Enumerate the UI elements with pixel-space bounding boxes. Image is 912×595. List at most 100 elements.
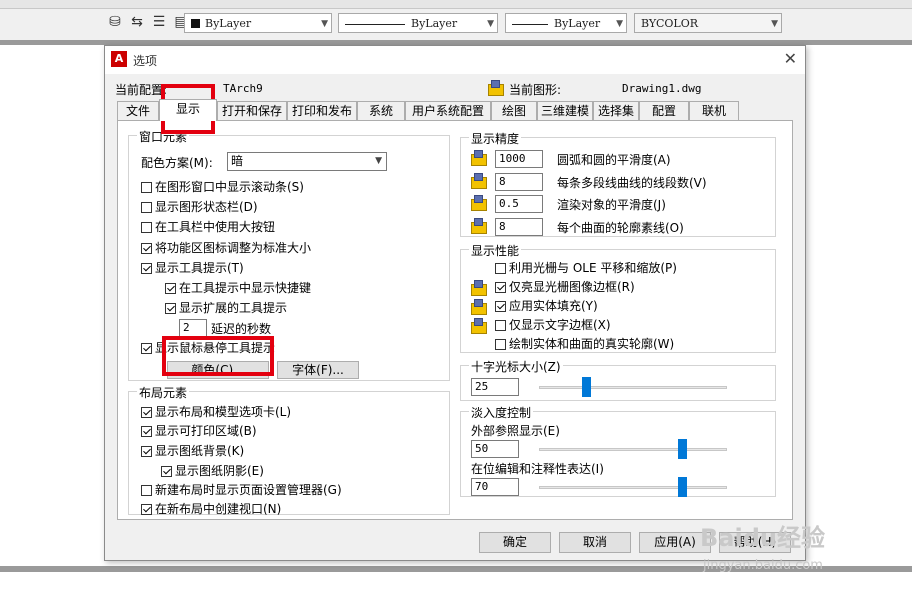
checkbox-label: 显示可打印区域(B) [155, 424, 257, 438]
crosshair-size-input[interactable]: 25 [471, 378, 519, 396]
checkbox-box[interactable] [495, 263, 506, 274]
checkbox-box[interactable] [141, 343, 152, 354]
extended-tooltips-checkbox[interactable]: 显示扩展的工具提示 [165, 300, 287, 316]
display-tab-panel: 窗口元素 配色方案(M): 暗 ▼ 在图形窗口中显示滚动条(S) 显示图形状态栏… [117, 120, 793, 520]
checkbox-label: 在图形窗口中显示滚动条(S) [155, 180, 304, 194]
checkbox-box[interactable] [141, 263, 152, 274]
page-setup-manager-checkbox[interactable]: 新建布局时显示页面设置管理器(G) [141, 482, 342, 498]
checkbox-label: 在工具栏中使用大按钮 [155, 220, 276, 234]
inplace-slider-track[interactable] [539, 486, 727, 489]
create-viewport-checkbox[interactable]: 在新布局中创建视口(N) [141, 501, 281, 517]
checkbox-box[interactable] [495, 301, 506, 312]
linetype-combo[interactable]: ByLayer ▼ [338, 13, 498, 33]
paper-shadow-checkbox[interactable]: 显示图纸阴影(E) [161, 463, 264, 479]
checkbox-box[interactable] [141, 182, 152, 193]
tab-label: 显示 [175, 102, 200, 116]
raster-frame-checkbox[interactable]: 仅亮显光栅图像边框(R) [495, 279, 635, 295]
xref-slider-thumb[interactable] [677, 439, 687, 459]
crosshair-slider-track[interactable] [539, 386, 727, 389]
checkbox-box[interactable] [495, 320, 506, 331]
layout-tabs-checkbox[interactable]: 显示布局和模型选项卡(L) [141, 404, 291, 420]
checkbox-box[interactable] [141, 407, 152, 418]
checkbox-label: 显示图形状态栏(D) [155, 200, 258, 214]
tab-profiles[interactable]: 配置 [639, 101, 689, 120]
tab-display[interactable]: 显示 [159, 99, 217, 121]
polyline-segments-input[interactable]: 8 [495, 173, 543, 191]
polyline-segments-label: 每条多段线曲线的线段数(V) [557, 176, 707, 190]
tab-open-save[interactable]: 打开和保存 [217, 101, 287, 120]
checkbox-label: 显示工具提示(T) [155, 261, 244, 275]
xref-slider-track[interactable] [539, 448, 727, 451]
ribbon-icons-checkbox[interactable]: 将功能区图标调整为标准大小 [141, 240, 311, 256]
current-profile-value: TArch9 [223, 82, 263, 95]
inplace-slider-thumb[interactable] [677, 477, 687, 497]
fonts-button[interactable]: 字体(F)... [277, 361, 359, 379]
silhouettes-checkbox[interactable]: 绘制实体和曲面的真实轮廓(W) [495, 336, 674, 352]
cancel-button[interactable]: 取消 [559, 532, 631, 553]
scrollbars-checkbox[interactable]: 在图形窗口中显示滚动条(S) [141, 179, 304, 195]
tab-label: 打印和发布 [291, 104, 352, 118]
inplace-fade-input[interactable]: 70 [471, 478, 519, 496]
lineweight-combo[interactable]: ByLayer ▼ [505, 13, 627, 33]
tab-system[interactable]: 系统 [357, 101, 405, 120]
color-swatch [191, 19, 200, 28]
raster-ole-checkbox[interactable]: 利用光栅与 OLE 平移和缩放(P) [495, 260, 677, 276]
color-scheme-select[interactable]: 暗 ▼ [227, 152, 387, 171]
checkbox-box[interactable] [161, 466, 172, 477]
tab-drafting[interactable]: 绘图 [491, 101, 537, 120]
tab-files[interactable]: 文件 [117, 101, 159, 120]
shortcut-keys-checkbox[interactable]: 在工具提示中显示快捷键 [165, 280, 311, 296]
inplace-edit-label: 在位编辑和注释性表达(I) [471, 462, 604, 476]
text-frame-checkbox[interactable]: 仅显示文字边框(X) [495, 317, 611, 333]
checkbox-box[interactable] [141, 504, 152, 515]
checkbox-box[interactable] [141, 446, 152, 457]
match-layer-icon[interactable]: ⇆ [128, 13, 146, 31]
checkbox-box[interactable] [141, 222, 152, 233]
tab-online[interactable]: 联机 [689, 101, 739, 120]
tab-3d-modeling[interactable]: 三维建模 [537, 101, 593, 120]
large-buttons-checkbox[interactable]: 在工具栏中使用大按钮 [141, 219, 275, 235]
checkbox-box[interactable] [165, 283, 176, 294]
paper-background-checkbox[interactable]: 显示图纸背景(K) [141, 443, 244, 459]
color-scheme-label: 配色方案(M): [141, 156, 213, 170]
checkbox-box[interactable] [165, 303, 176, 314]
dialog-titlebar[interactable]: A 选项 ✕ [105, 46, 805, 74]
rollover-tooltips-checkbox[interactable]: 显示鼠标悬停工具提示 [141, 340, 275, 356]
close-icon[interactable]: ✕ [784, 49, 797, 68]
contour-lines-input[interactable]: 8 [495, 218, 543, 236]
tab-selection[interactable]: 选择集 [593, 101, 639, 120]
tooltips-checkbox[interactable]: 显示工具提示(T) [141, 260, 244, 276]
tab-plot-publish[interactable]: 打印和发布 [287, 101, 357, 120]
color-combo[interactable]: ByLayer ▼ [184, 13, 332, 33]
drawing-icon [488, 80, 504, 96]
arc-smoothness-input[interactable]: 1000 [495, 150, 543, 168]
checkbox-box[interactable] [495, 339, 506, 350]
current-profile-label: 当前配置: [115, 83, 168, 97]
rendered-smoothness-label: 渲染对象的平滑度(J) [557, 198, 666, 212]
xref-fade-input[interactable]: 50 [471, 440, 519, 458]
autocad-logo-icon: A [111, 51, 127, 67]
status-bar-checkbox[interactable]: 显示图形状态栏(D) [141, 199, 258, 215]
checkbox-box[interactable] [141, 426, 152, 437]
chevron-down-icon: ▼ [487, 19, 494, 29]
checkbox-box[interactable] [495, 282, 506, 293]
layer-state-icon[interactable]: ⛁ [106, 13, 124, 31]
checkbox-box[interactable] [141, 202, 152, 213]
layer-previous-icon[interactable]: ☰ [150, 13, 168, 31]
options-dialog: A 选项 ✕ 当前配置: TArch9 当前图形: Drawing1.dwg 文… [104, 45, 806, 561]
drawing-icon [471, 318, 487, 334]
plotstyle-combo[interactable]: BYCOLOR ▼ [634, 13, 782, 33]
crosshair-slider-thumb[interactable] [582, 377, 591, 397]
checkbox-label: 显示扩展的工具提示 [179, 301, 288, 315]
colors-button[interactable]: 颜色(C)... [167, 361, 269, 379]
tab-user-preferences[interactable]: 用户系统配置 [405, 101, 491, 120]
ok-button[interactable]: 确定 [479, 532, 551, 553]
checkbox-box[interactable] [141, 485, 152, 496]
solid-fill-checkbox[interactable]: 应用实体填充(Y) [495, 298, 598, 314]
checkbox-box[interactable] [141, 243, 152, 254]
linetype-preview [345, 23, 405, 25]
delay-seconds-input[interactable]: 2 [179, 319, 207, 337]
printable-area-checkbox[interactable]: 显示可打印区域(B) [141, 423, 257, 439]
lineweight-preview [512, 23, 548, 25]
rendered-smoothness-input[interactable]: 0.5 [495, 195, 543, 213]
